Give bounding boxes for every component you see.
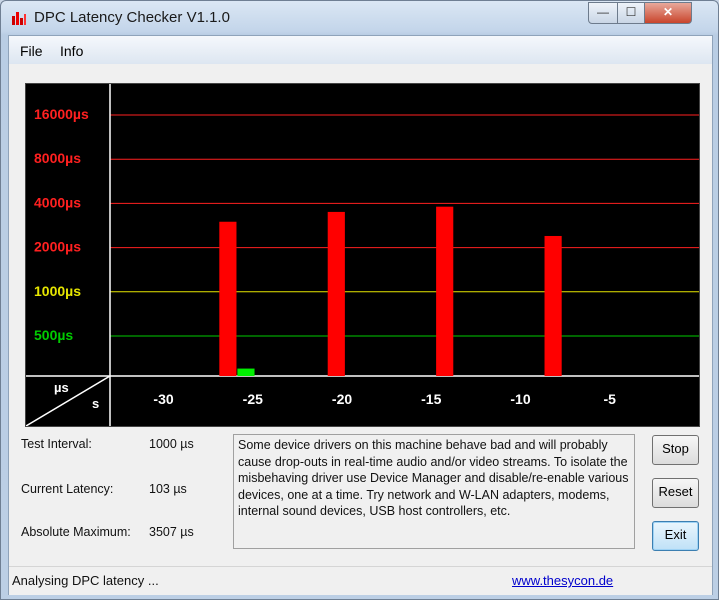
x-tick-label: -5: [604, 391, 617, 407]
current-latency-label: Current Latency:: [21, 482, 114, 496]
latency-bar: [237, 368, 255, 376]
client-area: File Info 16000µs 8000µs 4000µs 2000µs 1000µ…: [8, 35, 713, 595]
title-bar[interactable]: DPC Latency Checker V1.1.0 — ☐ ✕: [1, 1, 718, 35]
y-axis-label: 2000µs: [34, 239, 81, 255]
website-link[interactable]: www.thesycon.de: [512, 573, 613, 588]
y-axis-label: 16000µs: [34, 106, 89, 122]
x-tick-label: -20: [332, 391, 352, 407]
latency-bar: [327, 211, 345, 376]
minimize-button[interactable]: —: [588, 2, 618, 24]
reset-button[interactable]: Reset: [652, 478, 699, 508]
exit-button[interactable]: Exit: [652, 521, 699, 551]
y-unit-label: µs: [54, 380, 69, 395]
test-interval-value: 1000 µs: [149, 437, 194, 451]
x-unit-label: s: [92, 396, 99, 411]
window-title: DPC Latency Checker V1.1.0: [34, 9, 230, 26]
latency-chart-svg: 16000µs 8000µs 4000µs 2000µs 1000µs 500µs µs s -…: [26, 84, 699, 426]
menu-file[interactable]: File: [20, 43, 43, 59]
stop-button[interactable]: Stop: [652, 435, 699, 465]
status-bar: Analysing DPC latency ... www.thesycon.d…: [9, 566, 712, 595]
latency-bar: [544, 235, 562, 376]
x-tick-label: -30: [153, 391, 173, 407]
y-axis-label: 4000µs: [34, 194, 81, 210]
y-axis-label: 500µs: [34, 327, 73, 343]
y-axis-label: 1000µs: [34, 283, 81, 299]
test-interval-label: Test Interval:: [21, 437, 92, 451]
latency-bar: [436, 206, 454, 376]
current-latency-value: 103 µs: [149, 482, 187, 496]
x-tick-label: -10: [510, 391, 530, 407]
close-button[interactable]: ✕: [644, 2, 692, 24]
menu-info[interactable]: Info: [60, 43, 83, 59]
x-tick-label: -25: [243, 391, 263, 407]
absolute-maximum-value: 3507 µs: [149, 525, 194, 539]
diagnostic-message: Some device drivers on this machine beha…: [233, 434, 635, 549]
y-axis-label: 8000µs: [34, 150, 81, 166]
status-text: Analysing DPC latency ...: [12, 573, 159, 588]
menu-bar: File Info: [9, 36, 712, 64]
maximize-button[interactable]: ☐: [617, 2, 645, 24]
x-tick-label: -15: [421, 391, 441, 407]
latency-bar: [219, 221, 237, 376]
latency-chart: 16000µs 8000µs 4000µs 2000µs 1000µs 500µs µs s -…: [25, 83, 700, 427]
absolute-maximum-label: Absolute Maximum:: [21, 525, 131, 539]
app-window: DPC Latency Checker V1.1.0 — ☐ ✕ File In…: [0, 0, 719, 600]
app-icon: [12, 12, 26, 25]
